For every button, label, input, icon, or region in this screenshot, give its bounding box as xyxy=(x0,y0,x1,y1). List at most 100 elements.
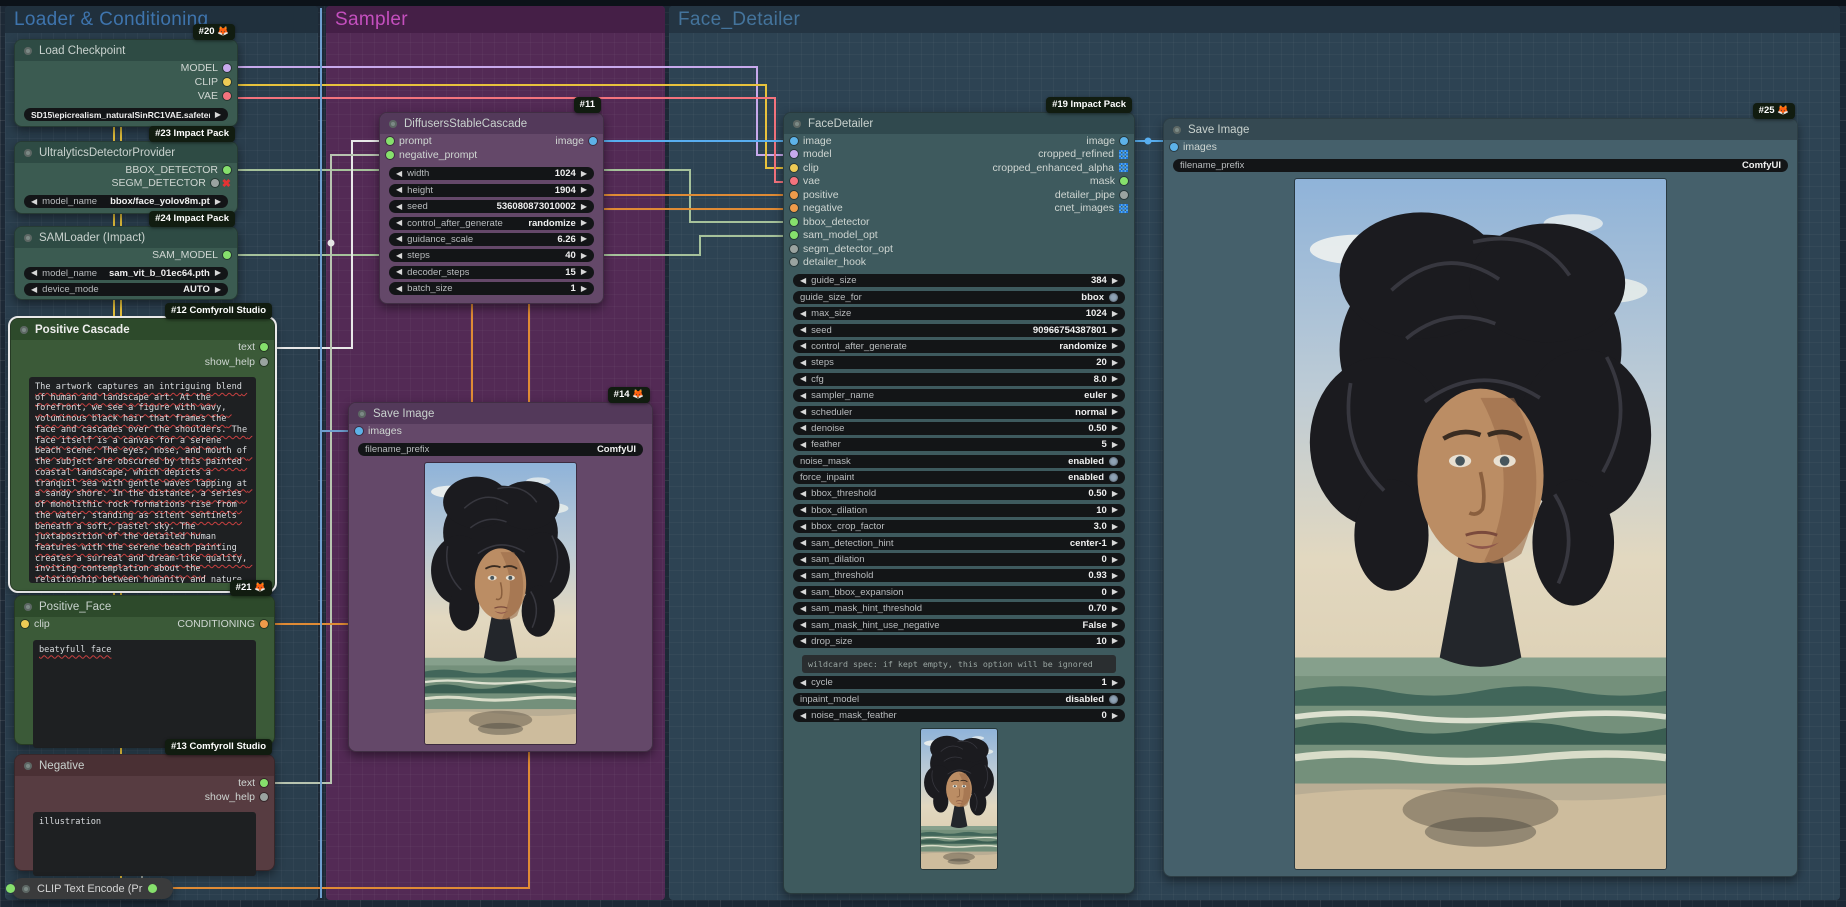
node-ultralytics-detector-provider[interactable]: #23 Impact Pack UltralyticsDetectorProvid… xyxy=(14,126,238,214)
output-dot[interactable] xyxy=(260,779,268,787)
widget-sam_mask_hint_threshold[interactable]: ◀ sam_mask_hint_threshold 0.70 ▶ xyxy=(793,602,1125,616)
collapse-dot-icon[interactable] xyxy=(793,119,801,128)
increment-arrow-icon[interactable]: ▶ xyxy=(1112,276,1118,285)
input-dot[interactable] xyxy=(790,258,798,267)
node-graph-canvas[interactable]: Loader & Conditioning Sampler Face_Detaile… xyxy=(0,0,1846,907)
node-save-image-detailer[interactable]: #25 🦊 Save Image images filename_prefix Comf… xyxy=(1163,103,1798,877)
widget-noise_mask_feather[interactable]: ◀ noise_mask_feather 0 ▶ xyxy=(793,709,1125,723)
widget-height[interactable]: ◀ height 1904 ▶ xyxy=(389,183,594,197)
node-title-bar[interactable]: FaceDetailer xyxy=(784,113,1134,134)
decrement-arrow-icon[interactable]: ◀ xyxy=(31,269,37,277)
node-title-bar[interactable]: Save Image xyxy=(1164,119,1797,140)
widget-filename_prefix[interactable]: filename_prefix ComfyUI xyxy=(1173,159,1788,173)
node-title-bar[interactable]: Positive Cascade xyxy=(11,319,274,340)
collapse-dot-icon[interactable] xyxy=(24,233,32,242)
widget-guide_size_for[interactable]: guide_size_for bbox xyxy=(793,290,1125,304)
group-title-bar[interactable]: Loader & Conditioning xyxy=(5,6,318,33)
widget-force_inpaint[interactable]: force_inpaint enabled xyxy=(793,471,1125,485)
increment-arrow-icon[interactable]: ▶ xyxy=(1112,358,1118,367)
increment-arrow-icon[interactable]: ▶ xyxy=(1112,440,1118,449)
input-dot[interactable] xyxy=(790,244,798,253)
increment-arrow-icon[interactable]: ▶ xyxy=(1112,489,1118,498)
widget-sam_threshold[interactable]: ◀ sam_threshold 0.93 ▶ xyxy=(793,569,1125,583)
node-title-bar[interactable]: Positive_Face xyxy=(15,596,274,617)
input-slot-segm_detector_opt[interactable]: segm_detector_opt xyxy=(790,243,893,255)
decrement-arrow-icon[interactable]: ◀ xyxy=(800,539,806,547)
widget-ckpt_name[interactable]: SD15\epicrealism_naturalSinRC1VAE.safete… xyxy=(24,108,228,122)
input-slot-model[interactable]: model xyxy=(790,148,832,160)
output-slot-SAM_MODEL[interactable]: SAM_MODEL xyxy=(152,249,231,261)
widget-steps[interactable]: ◀ steps 40 ▶ xyxy=(389,249,594,263)
input-dot[interactable] xyxy=(386,137,394,145)
decrement-arrow-icon[interactable]: ◀ xyxy=(800,440,806,449)
widget-model_name[interactable]: ◀ model_name sam_vit_b_01ec64.pth ▶ xyxy=(24,266,228,280)
widget-sam_detection_hint[interactable]: ◀ sam_detection_hint center-1 ▶ xyxy=(793,536,1125,550)
widget-cycle[interactable]: ◀ cycle 1 ▶ xyxy=(793,676,1125,690)
list-output-icon[interactable] xyxy=(1119,203,1128,213)
input-slot-clip[interactable]: clip xyxy=(21,618,50,630)
output-dot[interactable] xyxy=(210,179,219,188)
increment-arrow-icon[interactable]: ▶ xyxy=(581,186,587,194)
node-diffusers-stable-cascade[interactable]: #11 DiffusersStableCascade prompt image nega… xyxy=(379,97,604,304)
input-slot-negative[interactable]: negative xyxy=(790,202,843,214)
increment-arrow-icon[interactable]: ▶ xyxy=(215,110,221,119)
toggle-dot[interactable] xyxy=(1109,694,1118,704)
output-dot[interactable] xyxy=(1120,177,1128,186)
increment-arrow-icon[interactable]: ▶ xyxy=(1112,424,1118,432)
collapsed-output-dot[interactable] xyxy=(148,884,157,893)
collapse-dot-icon[interactable] xyxy=(1173,125,1181,134)
widget-decoder_steps[interactable]: ◀ decoder_steps 15 ▶ xyxy=(389,265,594,279)
widget-bbox_crop_factor[interactable]: ◀ bbox_crop_factor 3.0 ▶ xyxy=(793,520,1125,534)
increment-arrow-icon[interactable]: ▶ xyxy=(1112,375,1118,383)
input-dot[interactable] xyxy=(790,204,798,213)
node-positive-face[interactable]: #21 🦊 Positive_Face clip CONDITIONING beatyf… xyxy=(14,580,275,748)
increment-arrow-icon[interactable]: ▶ xyxy=(1112,408,1118,416)
increment-arrow-icon[interactable]: ▶ xyxy=(215,197,221,206)
widget-drop_size[interactable]: ◀ drop_size 10 ▶ xyxy=(793,634,1125,648)
widget-batch_size[interactable]: ◀ batch_size 1 ▶ xyxy=(389,282,594,296)
decrement-arrow-icon[interactable]: ◀ xyxy=(800,408,806,416)
output-slot-BBOX_DETECTOR[interactable]: BBOX_DETECTOR xyxy=(125,164,231,176)
increment-arrow-icon[interactable]: ▶ xyxy=(1112,604,1118,613)
node-sam-loader-impact[interactable]: #24 Impact Pack SAMLoader (Impact) SAM_MOD… xyxy=(14,211,238,300)
input-slot-bbox_detector[interactable]: bbox_detector xyxy=(790,216,870,228)
output-dot[interactable] xyxy=(260,343,268,352)
widget-device_mode[interactable]: ◀ device_mode AUTO ▶ xyxy=(24,283,228,297)
increment-arrow-icon[interactable]: ▶ xyxy=(581,169,587,178)
prompt-textarea[interactable]: beatyfull face xyxy=(33,639,256,748)
decrement-arrow-icon[interactable]: ◀ xyxy=(396,169,402,178)
widget-filename_prefix[interactable]: filename_prefix ComfyUI xyxy=(358,443,643,457)
decrement-arrow-icon[interactable]: ◀ xyxy=(800,571,806,580)
output-dot[interactable] xyxy=(260,793,268,801)
wildcard-note[interactable]: wildcard spec: if kept empty, this optio… xyxy=(802,654,1116,673)
increment-arrow-icon[interactable]: ▶ xyxy=(1112,326,1118,334)
input-slot-clip[interactable]: clip xyxy=(790,162,819,174)
node-positive-cascade[interactable]: #12 Comfyroll Studio Positive Cascade text… xyxy=(8,303,277,593)
output-dot[interactable] xyxy=(260,357,268,366)
increment-arrow-icon[interactable]: ▶ xyxy=(1112,678,1118,687)
decrement-arrow-icon[interactable]: ◀ xyxy=(396,186,402,194)
input-dot[interactable] xyxy=(355,427,363,435)
output-slot-CLIP[interactable]: CLIP xyxy=(195,76,231,88)
widget-bbox_dilation[interactable]: ◀ bbox_dilation 10 ▶ xyxy=(793,503,1125,517)
node-face-detailer[interactable]: #19 Impact Pack FaceDetailer image image mod… xyxy=(783,97,1135,894)
input-dot[interactable] xyxy=(1170,143,1178,151)
widget-width[interactable]: ◀ width 1024 ▶ xyxy=(389,167,594,181)
node-title-bar[interactable]: DiffusersStableCascade xyxy=(380,113,603,134)
widget-control_after_generate[interactable]: ◀ control_after_generate randomize ▶ xyxy=(389,216,594,230)
collapse-dot-icon[interactable] xyxy=(24,761,32,770)
decrement-arrow-icon[interactable]: ◀ xyxy=(800,424,806,432)
decrement-arrow-icon[interactable]: ◀ xyxy=(31,285,37,294)
increment-arrow-icon[interactable]: ▶ xyxy=(1112,571,1118,580)
decrement-arrow-icon[interactable]: ◀ xyxy=(800,711,806,720)
output-slot-VAE[interactable]: VAE xyxy=(198,90,231,102)
increment-arrow-icon[interactable]: ▶ xyxy=(581,202,587,211)
decrement-arrow-icon[interactable]: ◀ xyxy=(800,637,806,645)
increment-arrow-icon[interactable]: ▶ xyxy=(1112,506,1118,514)
output-slot-detailer_pipe[interactable]: detailer_pipe xyxy=(1055,189,1128,201)
output-slot-cropped_refined[interactable]: cropped_refined xyxy=(1038,148,1128,160)
output-dot[interactable] xyxy=(1120,136,1128,145)
input-slot-sam_model_opt[interactable]: sam_model_opt xyxy=(790,229,878,241)
toggle-dot[interactable] xyxy=(1109,456,1118,466)
decrement-arrow-icon[interactable]: ◀ xyxy=(396,235,402,243)
